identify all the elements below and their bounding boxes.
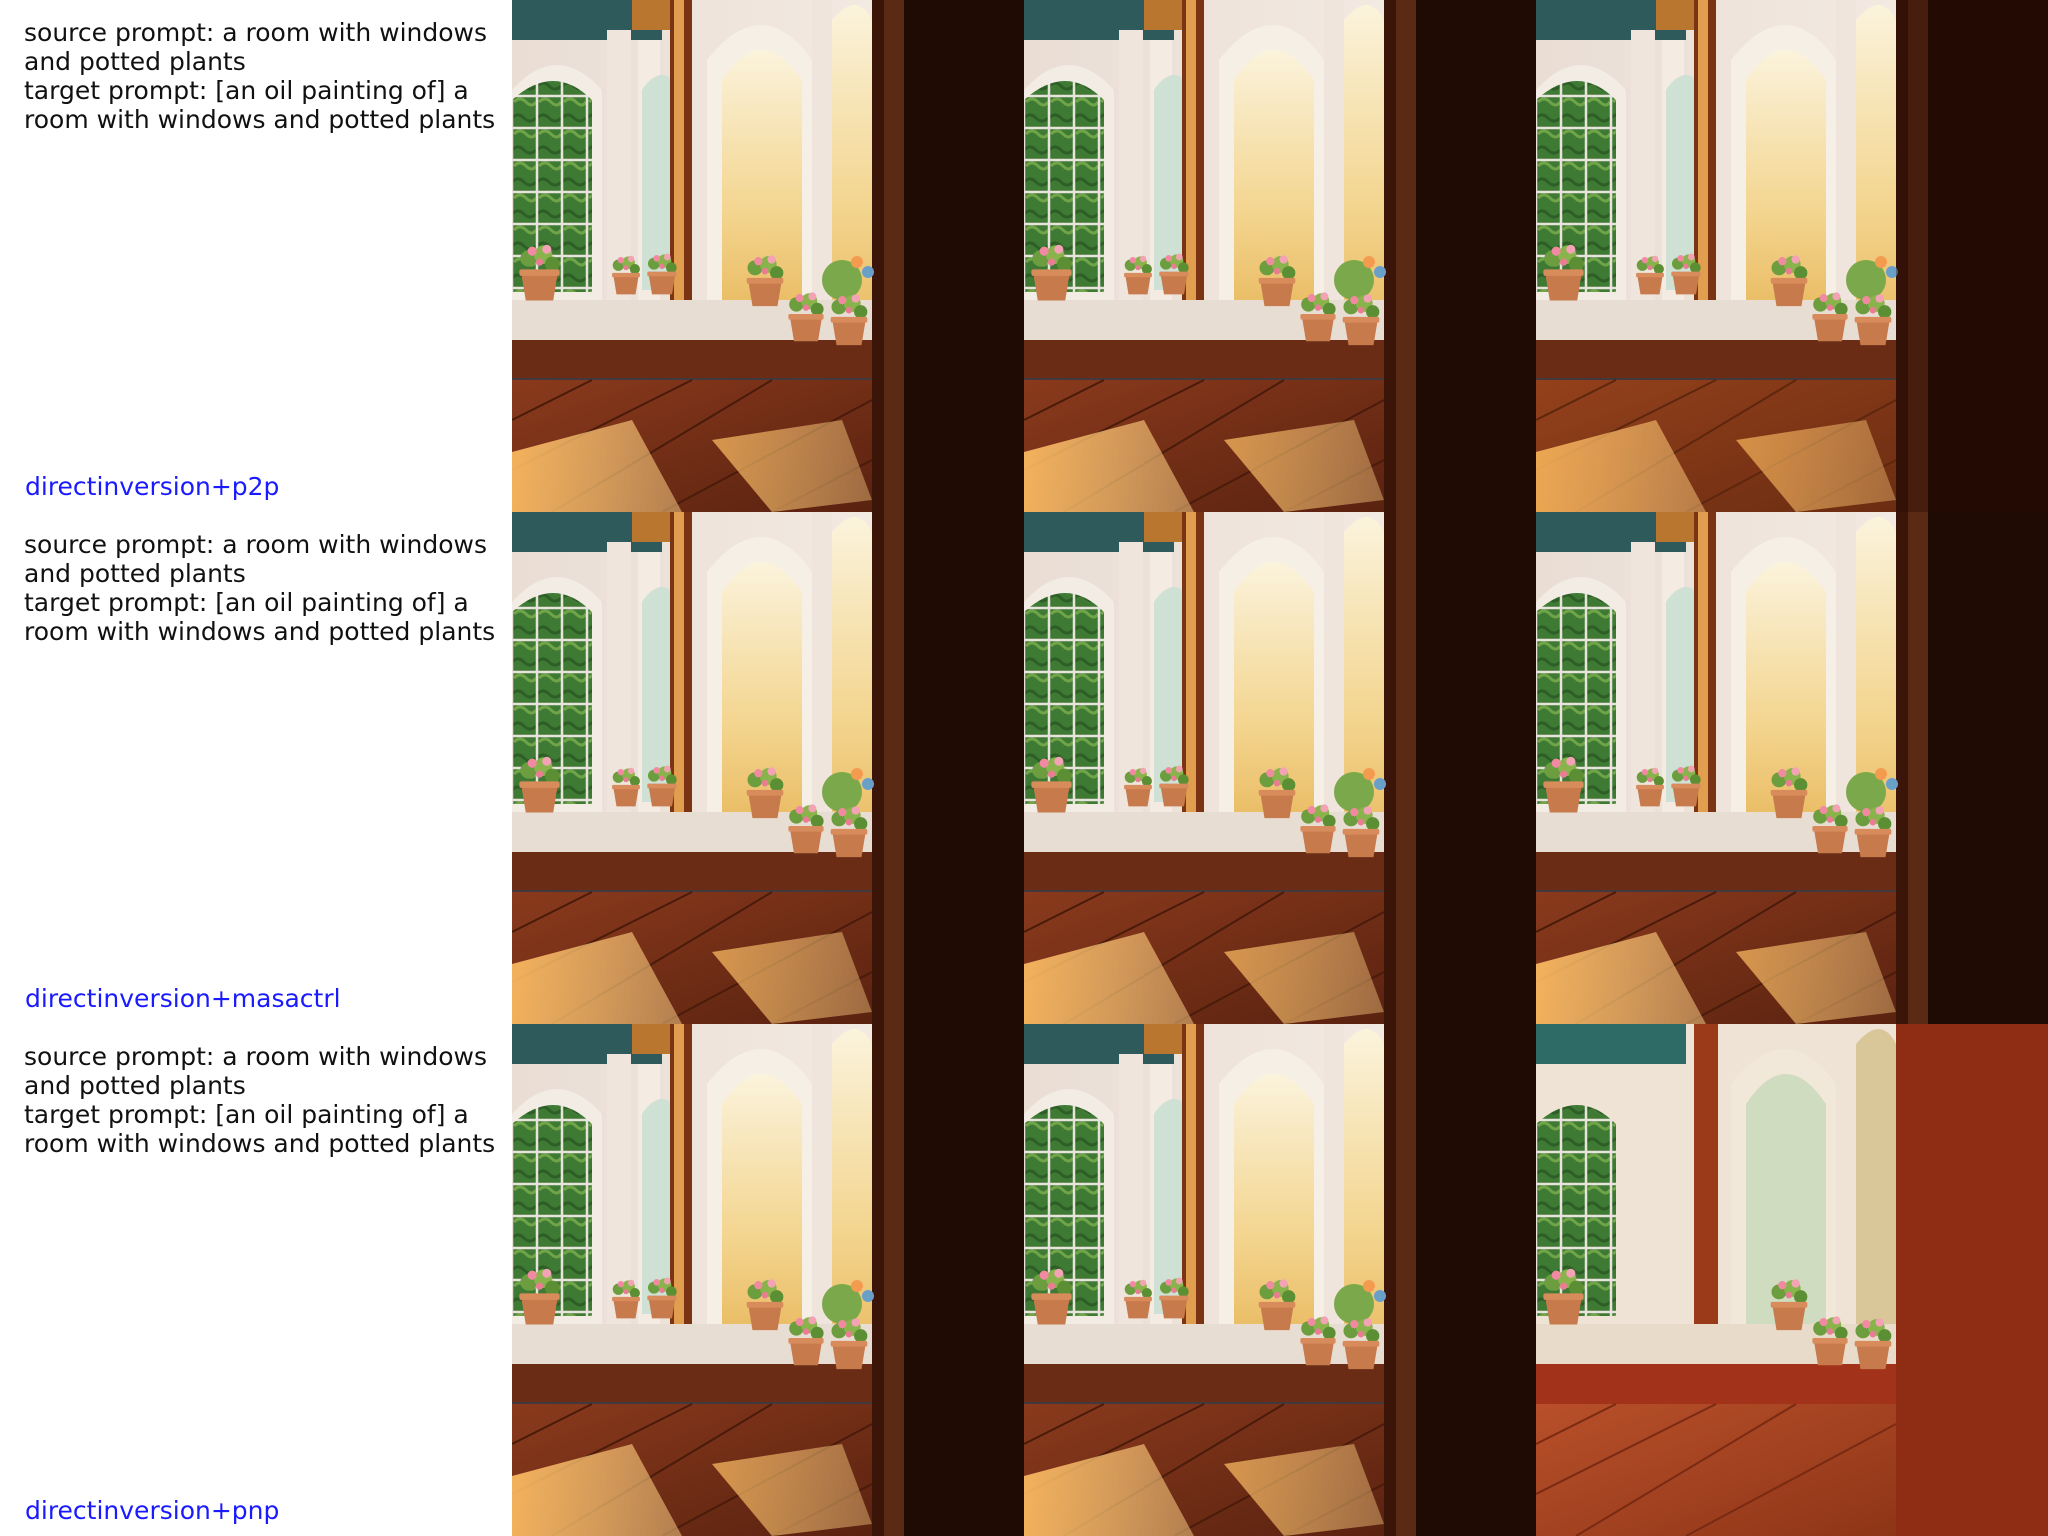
- edited-image: [1536, 1024, 2048, 1536]
- target-prompt: target prompt: [an oil painting of] a ro…: [24, 1100, 496, 1158]
- source-image: [512, 0, 1024, 512]
- target-prompt: target prompt: [an oil painting of] a ro…: [24, 76, 496, 134]
- result-row-pnp: source prompt: a room with windows and p…: [0, 1024, 2048, 1536]
- reconstructed-image: [1024, 512, 1536, 1024]
- edited-image: [1536, 512, 2048, 1024]
- edited-image: [1536, 0, 2048, 512]
- prompt-caption: source prompt: a room with windows and p…: [24, 18, 504, 134]
- method-label: directinversion+masactrl: [25, 984, 341, 1013]
- result-row-masactrl: source prompt: a room with windows and p…: [0, 512, 2048, 1024]
- method-label: directinversion+pnp: [25, 1496, 280, 1525]
- source-image: [512, 512, 1024, 1024]
- target-prompt: target prompt: [an oil painting of] a ro…: [24, 588, 496, 646]
- source-prompt: source prompt: a room with windows and p…: [24, 18, 488, 76]
- result-row-p2p: source prompt: a room with windows and p…: [0, 0, 2048, 512]
- source-image: [512, 1024, 1024, 1536]
- method-label: directinversion+p2p: [25, 472, 280, 501]
- reconstructed-image: [1024, 1024, 1536, 1536]
- prompt-caption: source prompt: a room with windows and p…: [24, 1042, 504, 1158]
- source-prompt: source prompt: a room with windows and p…: [24, 1042, 488, 1100]
- prompt-caption: source prompt: a room with windows and p…: [24, 530, 504, 646]
- source-prompt: source prompt: a room with windows and p…: [24, 530, 488, 588]
- comparison-grid: source prompt: a room with windows and p…: [0, 0, 2048, 1536]
- reconstructed-image: [1024, 0, 1536, 512]
